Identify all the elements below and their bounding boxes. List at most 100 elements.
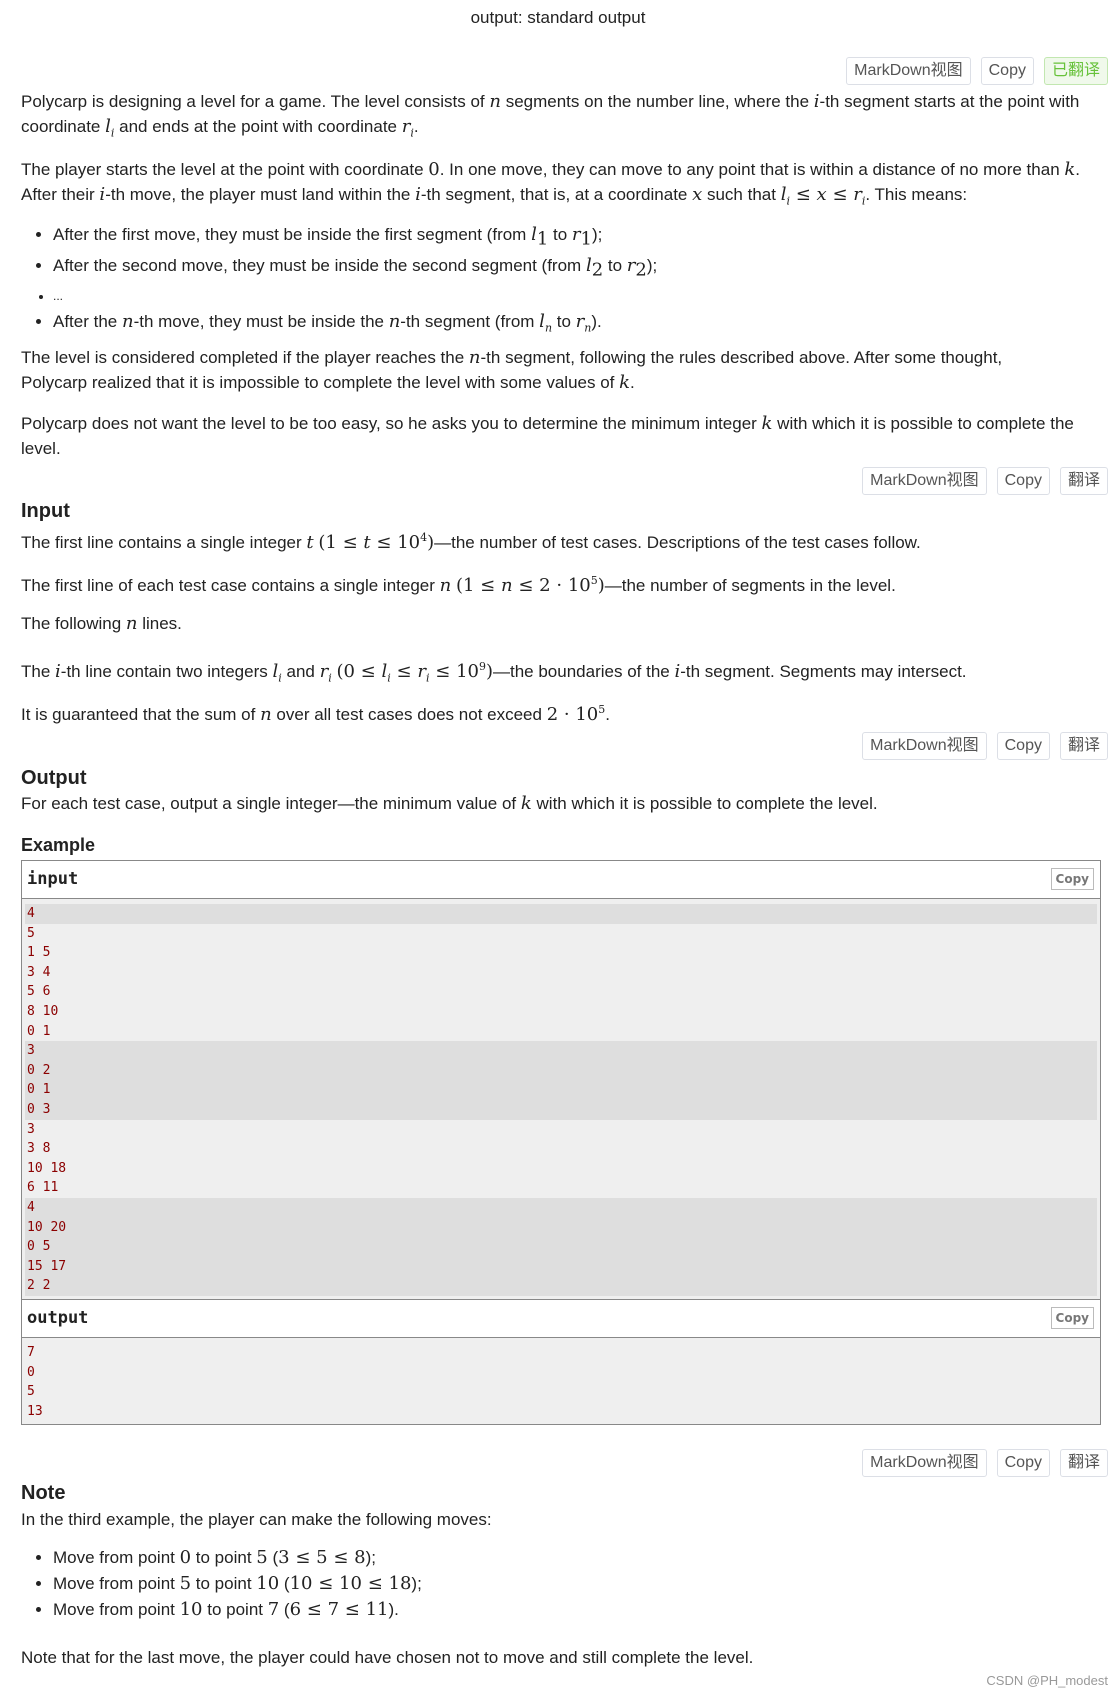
markdown-view-button[interactable]: MarkDown视图 <box>846 57 971 85</box>
sample-input-label: input <box>27 869 79 889</box>
math-ri: ri <box>320 661 332 685</box>
copy-input-button[interactable]: Copy <box>1050 868 1094 890</box>
note-title: Note <box>21 1482 66 1504</box>
text: -th segment, that is, at a coordinate <box>420 185 693 204</box>
r: r <box>417 661 426 682</box>
dot: · <box>556 575 563 596</box>
leq: ≤ <box>344 1599 360 1620</box>
text: to point <box>202 1600 268 1619</box>
text: and ends at the point with coordinate <box>114 117 402 136</box>
text: The player starts the level at the point… <box>21 160 429 179</box>
math-rn: rn <box>576 311 592 335</box>
list-item: Move from point 0 to point 5 (3 ≤ 5 ≤ 8)… <box>53 1545 422 1571</box>
text: . <box>413 117 419 136</box>
watermark: CSDN @PH_modest <box>986 1673 1108 1688</box>
sub: i <box>786 194 790 208</box>
statement-paragraph-4: Polycarp does not want the level to be t… <box>21 411 1106 461</box>
copy-button[interactable]: Copy <box>996 467 1050 495</box>
note-toolbar: MarkDown视图 Copy 翻译 <box>862 1449 1108 1477</box>
markdown-view-button[interactable]: MarkDown视图 <box>862 1449 987 1477</box>
markdown-view-button[interactable]: MarkDown视图 <box>862 467 987 495</box>
r: r <box>853 184 862 205</box>
leq: ≤ <box>435 661 451 682</box>
input-line: 4 <box>25 1197 1097 1218</box>
copy-button[interactable]: Copy <box>996 1449 1050 1477</box>
text: . In one move, they can move to any poin… <box>439 160 1065 179</box>
text: ). <box>388 1600 399 1619</box>
text: The level is considered completed if the… <box>21 348 469 367</box>
sub: i <box>328 671 332 685</box>
sample-input-body: 451 53 45 68 10 0 130 20 10 333 8 10 18 6 1… <box>22 899 1100 1299</box>
text: -th segment. Segments may intersect. <box>680 662 967 681</box>
math-to: 10 <box>256 1573 280 1594</box>
translated-button[interactable]: 已翻译 <box>1043 57 1108 85</box>
input-line: 2 2 <box>25 1276 1097 1296</box>
text: ( <box>279 1574 290 1593</box>
text: Polycarp is designing a level for a game… <box>21 92 490 111</box>
math-t-range: (1 ≤ t ≤ 104) <box>318 531 435 553</box>
sub: 1 <box>580 228 592 250</box>
text: —the number of segments in the level. <box>604 576 896 595</box>
math-r1: r1 <box>572 224 592 250</box>
v: 10 <box>339 1573 362 1594</box>
exp: 9 <box>478 660 486 673</box>
leq: ≤ <box>832 184 848 205</box>
exp: 5 <box>590 574 598 587</box>
ten: 10 <box>397 532 421 553</box>
input-line: 10 20 <box>25 1217 1097 1238</box>
leq: ≤ <box>367 1573 383 1594</box>
text: ). <box>591 312 602 332</box>
one: 1 <box>325 532 337 553</box>
output-line: 13 <box>27 1403 43 1419</box>
copy-button[interactable]: Copy <box>996 732 1050 760</box>
text: to <box>548 225 572 244</box>
input-line: 8 10 <box>27 1003 59 1019</box>
sample-output-label: output <box>27 1308 89 1328</box>
text: ); <box>646 255 658 275</box>
text: ); <box>591 225 603 244</box>
input-line: 0 5 <box>25 1237 1097 1257</box>
math-n: n <box>439 575 452 596</box>
leq: ≤ <box>306 1599 322 1620</box>
leq: ≤ <box>318 1573 334 1594</box>
ten: 10 <box>575 704 599 725</box>
input-section-title: Input <box>21 500 70 522</box>
math-to: 7 <box>267 1599 280 1620</box>
sub: i <box>387 671 391 685</box>
n: n <box>501 575 513 596</box>
output-spec: output: standard output <box>470 8 646 27</box>
lo: 6 <box>289 1599 302 1620</box>
copy-output-button[interactable]: Copy <box>1050 1307 1094 1329</box>
input-line: 3 <box>27 1121 35 1137</box>
list-item: Move from point 5 to point 10 (10 ≤ 10 ≤… <box>53 1571 422 1597</box>
text: segments on the number line, where the <box>500 92 814 111</box>
hi: 8 <box>354 1547 366 1568</box>
text: and <box>281 662 320 681</box>
move-rules-list: After the first move, they must be insid… <box>21 222 657 342</box>
text: to point <box>191 1548 257 1567</box>
translate-button[interactable]: 翻译 <box>1059 732 1108 760</box>
input-line: 3 <box>25 1041 1097 1061</box>
note-outro: Note that for the last move, the player … <box>21 1648 754 1667</box>
ten: 10 <box>456 661 479 682</box>
markdown-view-button[interactable]: MarkDown视图 <box>862 732 987 760</box>
text: over all test cases does not exceed <box>271 705 547 724</box>
copy-button[interactable]: Copy <box>980 57 1034 85</box>
text: Move from point <box>53 1548 180 1567</box>
text: ); <box>365 1548 376 1567</box>
input-line: 1 5 <box>27 945 51 961</box>
leq: ≤ <box>333 1547 349 1568</box>
input-toolbar: MarkDown视图 Copy 翻译 <box>862 467 1108 495</box>
math-n: n <box>388 311 401 333</box>
text: ( <box>267 1548 279 1567</box>
math-range: 6 ≤ 7 ≤ 11 <box>290 1599 389 1620</box>
translate-button[interactable]: 翻译 <box>1059 467 1108 495</box>
text: The first line contains a single integer <box>21 533 307 552</box>
statement-paragraph-2: The player starts the level at the point… <box>21 157 1106 214</box>
list-item: After the first move, they must be insid… <box>53 222 657 253</box>
math-r2: r2 <box>627 255 647 281</box>
input-line: 0 2 <box>25 1060 1097 1081</box>
text: to point <box>191 1574 257 1593</box>
input-paragraph-3: The following n lines. <box>21 611 1106 636</box>
translate-button[interactable]: 翻译 <box>1059 1449 1108 1477</box>
